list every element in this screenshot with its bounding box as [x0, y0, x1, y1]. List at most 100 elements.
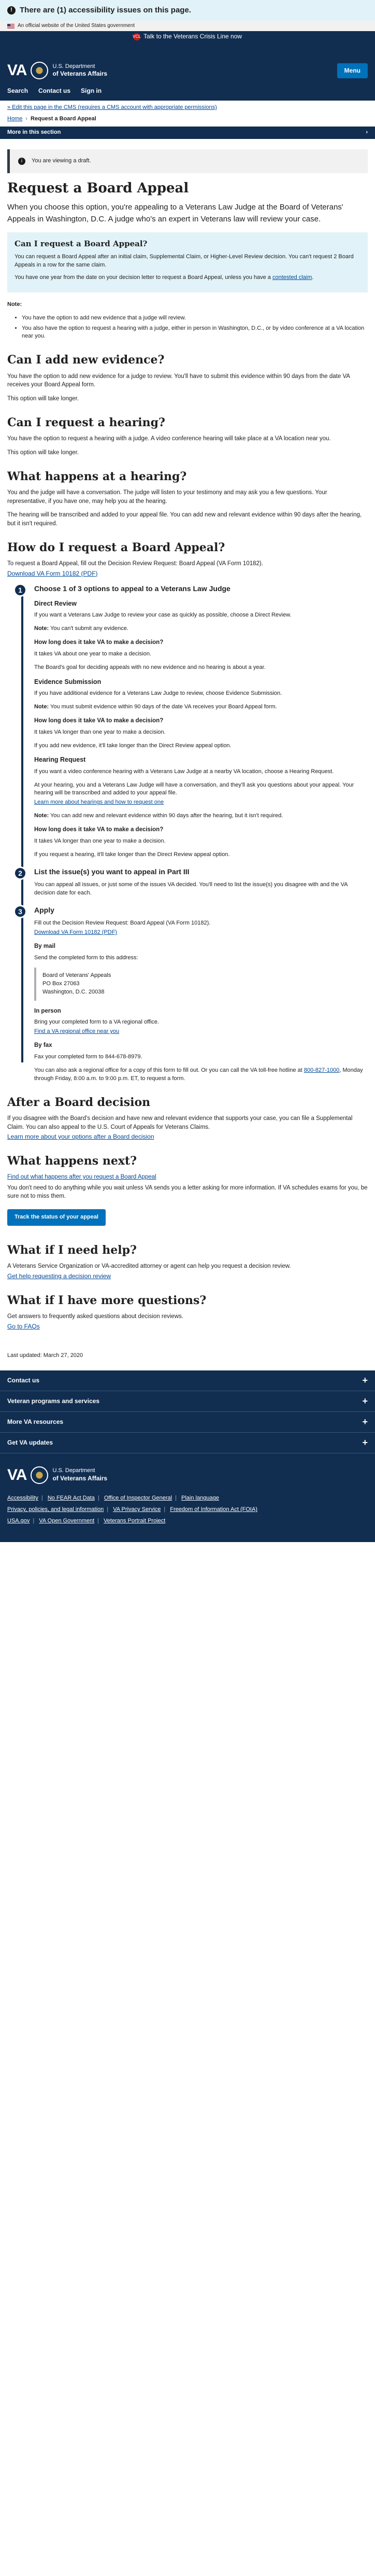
evidence-text: You have the option to add new evidence …: [7, 373, 350, 388]
footer-link[interactable]: Privacy, policies, and legal information: [7, 1506, 104, 1513]
footer-link[interactable]: Accessibility: [7, 1495, 38, 1501]
crisis-text: Talk to the Veterans Crisis Line now: [143, 33, 242, 40]
learn-hearings-link[interactable]: Learn more about hearings and how to req…: [34, 799, 164, 805]
plus-icon: +: [362, 1417, 368, 1427]
edit-cms-link[interactable]: » Edit this page in the CMS (requires a …: [7, 104, 217, 110]
callout-text-2: You have one year from the date on your …: [15, 274, 314, 281]
hotline-phone-link[interactable]: 800-827-1000: [304, 1067, 340, 1073]
plus-icon: +: [362, 1396, 368, 1407]
what-next-link[interactable]: Find out what happens after you request …: [7, 1174, 156, 1180]
how-text: To request a Board Appeal, fill out the …: [7, 560, 263, 567]
plus-icon: +: [362, 1437, 368, 1448]
footer-link[interactable]: No FEAR Act Data: [48, 1495, 95, 1501]
search-nav[interactable]: Search: [7, 87, 28, 95]
footer-link[interactable]: Plain language: [181, 1495, 219, 1501]
faqs-link[interactable]: Go to FAQs: [7, 1323, 40, 1330]
gov-banner: An official website of the United States…: [0, 21, 375, 31]
direct-review-heading: Direct Review: [34, 600, 77, 608]
dept-name: U.S. Department of Veterans Affairs: [52, 1467, 108, 1482]
breadcrumb-sep: ›: [25, 115, 28, 122]
va-logo[interactable]: VA U.S. Department of Veterans Affairs: [7, 43, 368, 82]
step-1: 1 Choose 1 of 3 options to appeal to a V…: [13, 583, 368, 859]
note-item: You have the option to add new evidence …: [22, 314, 368, 323]
lead-text: When you choose this option, you're appe…: [7, 203, 343, 223]
footer-get-updates[interactable]: Get VA updates +: [0, 1433, 375, 1453]
download-form-link[interactable]: Download VA Form 10182 (PDF): [7, 570, 98, 577]
by-mail-heading: By mail: [34, 943, 55, 950]
need-help-heading: What if I need help?: [7, 1243, 137, 1257]
accessibility-issues-banner[interactable]: ! There are (1) accessibility issues on t…: [0, 0, 375, 21]
hearing-request-answer-2: If you request a hearing, it'll take lon…: [34, 851, 230, 858]
step-number: 2: [13, 866, 27, 880]
callout-title: Can I request a Board Appeal?: [15, 239, 148, 249]
hearing-request-text: If you want a video conference hearing w…: [34, 768, 334, 775]
draft-text: You are viewing a draft.: [32, 157, 91, 164]
footer-links: Accessibility | No FEAR Act Data | Office …: [7, 1495, 257, 1524]
evidence-submission-note: Note: You must submit evidence within 90…: [34, 703, 277, 710]
last-updated: Last updated: March 27, 2020: [7, 1352, 83, 1359]
notes-list: You have the option to add new evidence …: [7, 314, 368, 341]
footer-link[interactable]: Veterans Portrait Project: [104, 1518, 165, 1524]
address-line: PO Box 27063: [42, 980, 80, 987]
step-title: Apply: [34, 905, 54, 914]
evidence-submission-question: How long does it take VA to make a decis…: [34, 717, 164, 724]
evidence-submission-answer-2: If you add new evidence, it'll take long…: [34, 742, 232, 749]
breadcrumb-home[interactable]: Home: [7, 116, 22, 122]
address-line: Washington, D.C. 20038: [42, 988, 105, 995]
evidence-submission-heading: Evidence Submission: [34, 678, 102, 685]
crisis-line-icon: VCL: [133, 33, 141, 40]
va-logo-text: VA: [7, 62, 27, 79]
plus-icon: +: [362, 1375, 368, 1386]
contact-us-nav[interactable]: Contact us: [38, 87, 70, 95]
issues-text: There are (1) accessibility issues on th…: [20, 6, 191, 15]
hotline-text: You can also ask a regional office for a…: [34, 1067, 363, 1082]
after-decision-link[interactable]: Learn more about your options after a Bo…: [7, 1133, 154, 1140]
menu-button[interactable]: Menu: [337, 63, 368, 79]
eligibility-callout: Can I request a Board Appeal? You can re…: [7, 232, 368, 292]
track-appeal-button[interactable]: Track the status of your appeal: [7, 1209, 106, 1226]
more-in-section-toggle[interactable]: More in this section ›: [0, 126, 375, 139]
step-2: 2 List the issue(s) you want to appeal i…: [13, 866, 368, 898]
what-text: You and the judge will have a conversati…: [7, 489, 327, 505]
site-footer: Contact us + Veteran programs and service…: [0, 1370, 375, 1543]
breadcrumb-current: Request a Board Appeal: [31, 115, 96, 122]
footer-veteran-programs[interactable]: Veteran programs and services +: [0, 1391, 375, 1412]
evidence-text-2: This option will take longer.: [7, 396, 79, 402]
after-decision-text: If you disagree with the Board's decisio…: [7, 1115, 353, 1130]
step-text: You can appeal all issues, or just some …: [34, 881, 348, 897]
hearing-request-note: Note: You can add new and relevant evide…: [34, 813, 283, 819]
step-title: Choose 1 of 3 options to appeal to a Vet…: [34, 584, 230, 593]
download-form-link-2[interactable]: Download VA Form 10182 (PDF): [34, 929, 117, 935]
footer-contact-us[interactable]: Contact us +: [0, 1370, 375, 1391]
footer-link[interactable]: USA.gov: [7, 1518, 30, 1524]
sign-in-nav[interactable]: Sign in: [81, 87, 102, 95]
mailing-address: Board of Veterans' Appeals PO Box 27063 …: [34, 967, 368, 1001]
find-regional-office-link[interactable]: Find a VA regional office near you: [34, 1028, 119, 1034]
what-next-text: You don't need to do anything while you …: [7, 1184, 368, 1200]
get-help-link[interactable]: Get help requesting a decision review: [7, 1272, 111, 1280]
info-icon: i: [18, 157, 25, 165]
contested-claim-link[interactable]: contested claim: [272, 274, 312, 281]
footer-link[interactable]: Freedom of Information Act (FOIA): [170, 1506, 257, 1513]
dept-name: U.S. Department of Veterans Affairs: [52, 63, 108, 77]
hearing-request-question: How long does it take VA to make a decis…: [34, 827, 164, 833]
crisis-line-banner[interactable]: VCL Talk to the Veterans Crisis Line now: [0, 31, 375, 43]
footer-more-resources[interactable]: More VA resources +: [0, 1412, 375, 1433]
evidence-submission-answer: It takes VA longer than one year to make…: [34, 729, 166, 735]
footer-link[interactable]: VA Open Government: [39, 1518, 94, 1524]
evidence-submission-text: If you have additional evidence for a Ve…: [34, 690, 282, 697]
warning-icon: !: [7, 6, 16, 15]
footer-link[interactable]: Office of Inspector General: [104, 1495, 172, 1501]
hearing-request-answer: It takes VA longer than one year to make…: [34, 837, 166, 844]
step-number: 3: [13, 904, 27, 918]
apply-text: Fill out the Decision Review Request: Bo…: [34, 920, 211, 927]
hearing-text-2: This option will take longer.: [7, 449, 79, 456]
what-text-2: The hearing will be transcribed and adde…: [7, 512, 362, 527]
hearing-request-text-2: At your hearing, you and a Veterans Law …: [34, 781, 354, 796]
gov-banner-text: An official website of the United States…: [18, 22, 135, 29]
chevron-right-icon: ›: [366, 129, 368, 135]
footer-va-logo[interactable]: VA U.S. Department of Veterans Affairs: [0, 1453, 375, 1490]
by-mail-text: Send the completed form to this address:: [34, 954, 138, 961]
footer-link[interactable]: VA Privacy Service: [113, 1506, 161, 1513]
how-request-heading: How do I request a Board Appeal?: [7, 540, 225, 554]
